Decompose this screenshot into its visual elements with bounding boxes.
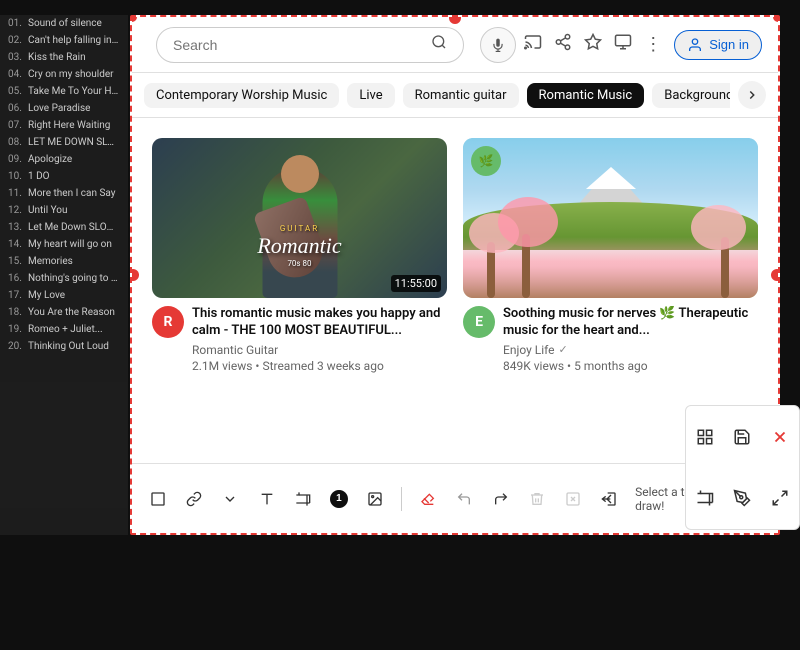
playlist-item[interactable]: 12.Until You (0, 202, 128, 219)
playlist-item[interactable]: 13.Let Me Down SLOWLY, Pixell (0, 219, 128, 236)
video-thumbnail-1: GUITAR Romantic 70s 80 11:55:00 (152, 138, 447, 298)
back-btn[interactable] (595, 483, 623, 515)
cast-icon[interactable] (524, 33, 542, 56)
star-icon[interactable] (584, 33, 602, 56)
playlist-item[interactable]: 17.My Love (0, 287, 128, 304)
badge-btn[interactable]: 1 (325, 483, 353, 515)
left-playlist-sidebar: 01.Sound of silence02.Can't help falling… (0, 15, 128, 535)
link-tool-btn[interactable] (180, 483, 208, 515)
filter-chip[interactable]: Romantic guitar (403, 83, 519, 108)
search-button[interactable] (431, 34, 447, 55)
playlist-item[interactable]: 07.Right Here Waiting (0, 117, 128, 134)
image-tool-btn[interactable] (361, 483, 389, 515)
playlist-item[interactable]: 15.Memories (0, 253, 128, 270)
mic-button[interactable] (480, 27, 516, 63)
search-bar[interactable] (156, 27, 464, 63)
filter-chip[interactable]: Background music (652, 83, 730, 108)
delete2-btn[interactable] (559, 483, 587, 515)
videos-grid: GUITAR Romantic 70s 80 11:55:00 R This r… (132, 118, 778, 522)
playlist-item[interactable]: 01.Sound of silence (0, 15, 128, 32)
playlist-item[interactable]: 05.Take Me To Your Heart (0, 83, 128, 100)
rt-pen-btn[interactable] (724, 468, 762, 530)
playlist-item[interactable]: 02.Can't help falling in love (0, 32, 128, 49)
video-card-1[interactable]: GUITAR Romantic 70s 80 11:55:00 R This r… (144, 130, 455, 510)
playlist-item[interactable]: 18.You Are the Reason (0, 304, 128, 321)
rt-save-btn[interactable] (724, 406, 762, 468)
playlist-item[interactable]: 08.LET ME DOWN SLOWly... (0, 134, 128, 151)
video2-channel: Enjoy Life ✓ (503, 343, 758, 357)
video2-title: Soothing music for nerves 🌿 Therapeutic … (503, 306, 758, 340)
filter-row: Contemporary Worship Music Live Romantic g… (132, 73, 778, 118)
rt-grid-btn[interactable] (686, 406, 724, 468)
playlist-item[interactable]: 20.Thinking Out Loud (0, 338, 128, 355)
filter-chip[interactable]: Romantic Music (527, 83, 645, 108)
share-icon[interactable] (554, 33, 572, 56)
rt-close-btn[interactable] (761, 406, 799, 468)
toolbar-separator (401, 487, 402, 511)
playlist-item[interactable]: 09.Apologize (0, 151, 128, 168)
undo-btn[interactable] (450, 483, 478, 515)
video-thumbnail-2: 🌿 (463, 138, 758, 298)
playlist-item[interactable]: 10.1 DO (0, 168, 128, 185)
filter-chip[interactable]: Contemporary Worship Music (144, 83, 339, 108)
verified-icon: ✓ (559, 343, 568, 356)
right-floating-toolbar (685, 405, 800, 530)
playlist-item[interactable]: 14.My heart will go on (0, 236, 128, 253)
video1-title: This romantic music makes you happy and … (192, 306, 447, 340)
crop-tool-btn[interactable] (289, 483, 317, 515)
rectangle-tool-btn[interactable] (144, 483, 172, 515)
video1-info: R This romantic music makes you happy an… (152, 298, 447, 373)
rt-crop-btn[interactable] (686, 468, 724, 530)
selection-handle-tr[interactable] (773, 15, 780, 22)
video1-avatar: R (152, 306, 184, 338)
erase-tool-btn[interactable] (414, 483, 442, 515)
playlist-item[interactable]: 16.Nothing's going to change... (0, 270, 128, 287)
video1-duration: 11:55:00 (391, 275, 441, 292)
selection-handle-right[interactable] (771, 269, 780, 281)
bottom-toolbar: 1 (132, 463, 780, 533)
playlist-item[interactable]: 04.Cry on my shoulder (0, 66, 128, 83)
rt-fullscreen-btn[interactable] (761, 468, 799, 530)
video2-meta: Soothing music for nerves 🌿 Therapeutic … (503, 306, 758, 373)
search-input[interactable] (173, 37, 431, 53)
playlist-item[interactable]: 11.More then I can Say (0, 185, 128, 202)
redo-btn[interactable] (486, 483, 514, 515)
header-icons: ⋮ Sign in (524, 30, 762, 60)
video2-stats: 849K views • 5 months ago (503, 359, 758, 373)
video1-meta: This romantic music makes you happy and … (192, 306, 447, 373)
filter-next-button[interactable] (738, 81, 766, 109)
video2-channel-icon: 🌿 (471, 146, 501, 176)
youtube-screenshot-area: ⋮ Sign in Contemporary Worship Music Live… (130, 15, 780, 535)
delete-btn[interactable] (523, 483, 551, 515)
filter-chip[interactable]: Live (347, 83, 394, 108)
dropdown-tool-btn[interactable] (216, 483, 244, 515)
video1-stats: 2.1M views • Streamed 3 weeks ago (192, 359, 447, 373)
theater-icon[interactable] (614, 33, 632, 56)
menu-icon[interactable]: ⋮ (644, 34, 662, 55)
video1-overlay-text: GUITAR Romantic 70s 80 (162, 224, 437, 268)
playlist-item[interactable]: 19.Romeo + Juliet... (0, 321, 128, 338)
sign-in-button[interactable]: Sign in (674, 30, 762, 60)
video2-avatar: E (463, 306, 495, 338)
yt-header: ⋮ Sign in (132, 17, 778, 73)
text-tool-btn[interactable] (253, 483, 281, 515)
playlist-item[interactable]: 06.Love Paradise (0, 100, 128, 117)
video2-info: E Soothing music for nerves 🌿 Therapeuti… (463, 298, 758, 373)
playlist-item[interactable]: 03.Kiss the Rain (0, 49, 128, 66)
badge-label: 1 (330, 490, 348, 508)
video1-channel: Romantic Guitar (192, 343, 447, 357)
